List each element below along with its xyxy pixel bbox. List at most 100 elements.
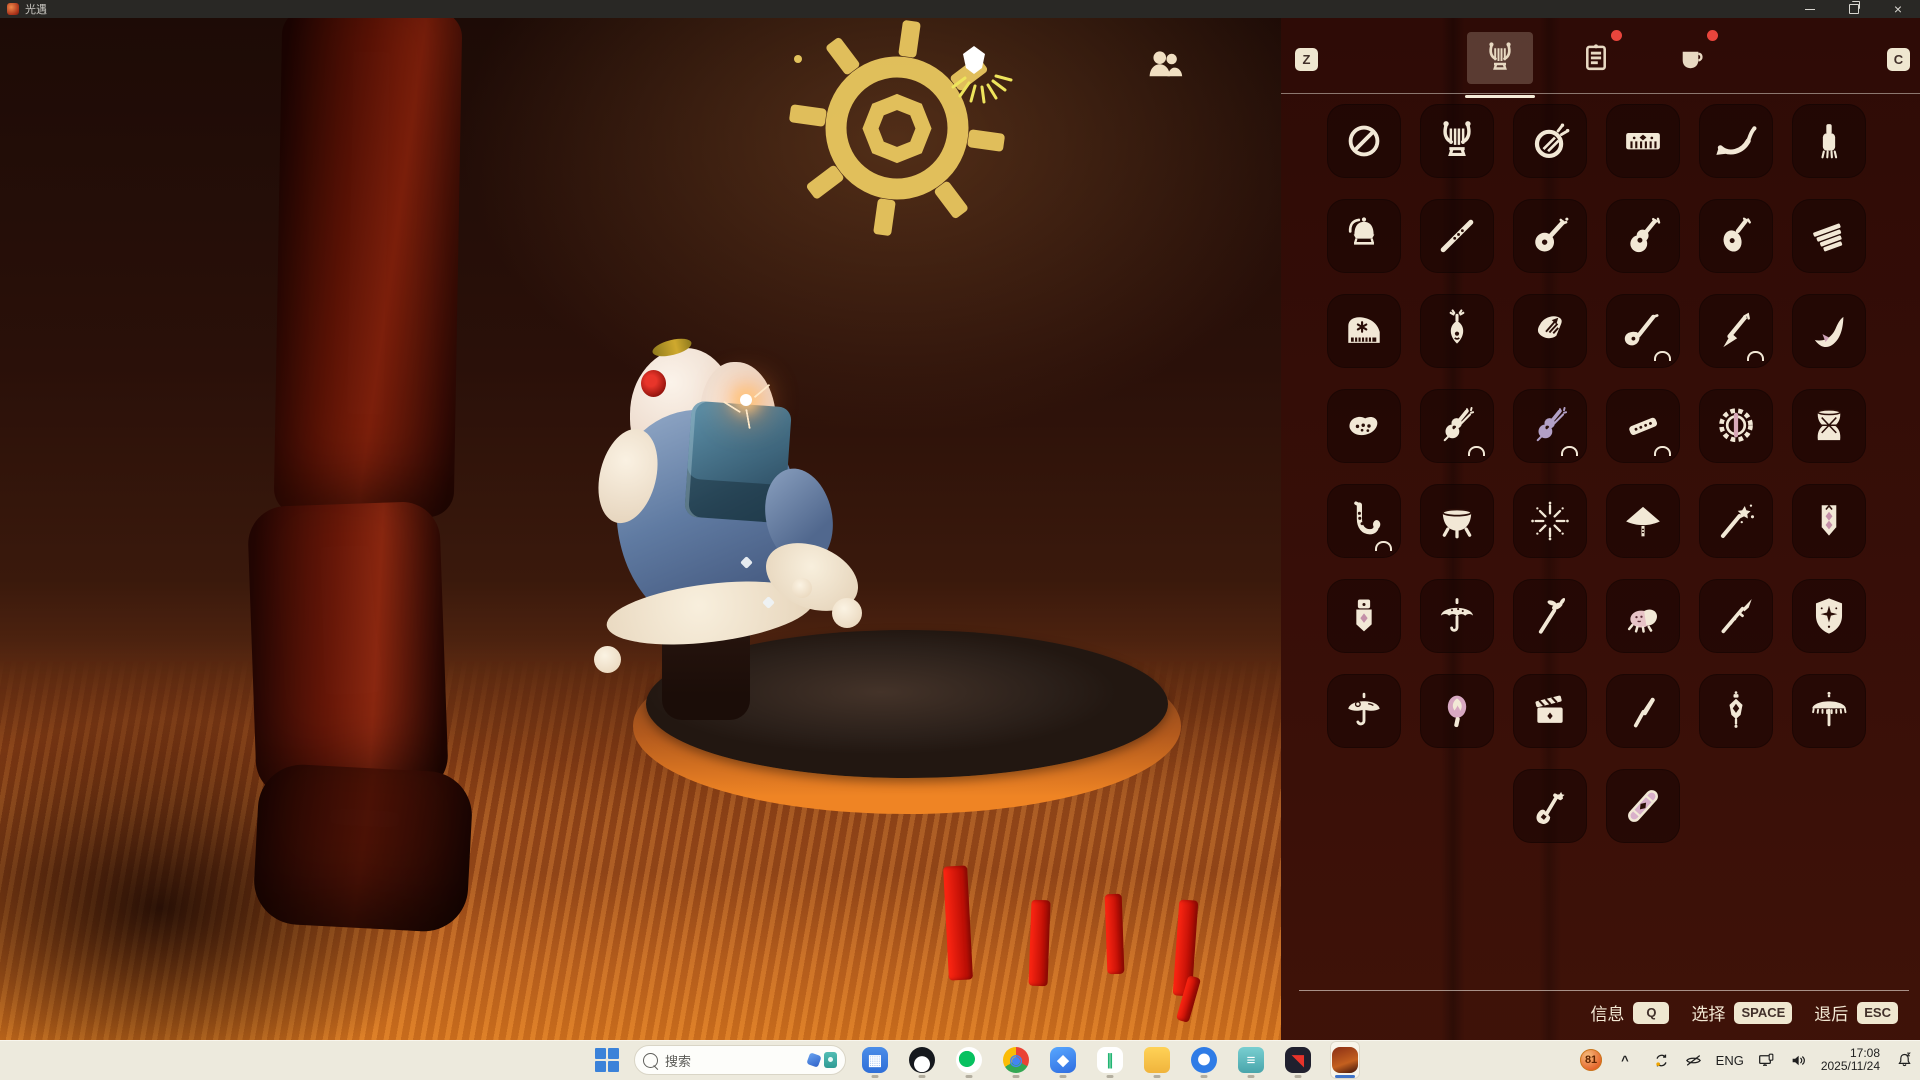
instrument-cell-none[interactable] bbox=[1327, 104, 1401, 178]
taskbar-app-chrome[interactable]: ◉ bbox=[1001, 1041, 1031, 1079]
instrument-cell-fireworks[interactable] bbox=[1513, 484, 1587, 558]
hermit-crab-icon bbox=[1620, 593, 1666, 639]
instrument-cell-violin[interactable] bbox=[1420, 389, 1494, 463]
search-input[interactable]: 搜索 bbox=[634, 1045, 846, 1075]
friends-button[interactable] bbox=[1142, 44, 1188, 86]
instrument-panel: Z C 信息Q选择SPACE退后ESC bbox=[1281, 18, 1920, 1040]
instrument-cell-sparkler-wand[interactable] bbox=[1699, 484, 1773, 558]
instrument-cell-flying-v-guitar[interactable] bbox=[1699, 294, 1773, 368]
selected-tab-underline bbox=[1465, 95, 1535, 98]
taskbar-app-file-explorer[interactable] bbox=[1142, 1041, 1172, 1079]
instrument-cell-season-totem[interactable] bbox=[1792, 484, 1866, 558]
instrument-cell-tilted-harp[interactable] bbox=[1513, 294, 1587, 368]
instrument-cell-djembe[interactable] bbox=[1792, 389, 1866, 463]
start-button[interactable] bbox=[594, 1047, 620, 1073]
running-indicator bbox=[1107, 1075, 1114, 1078]
instrument-cell-brush[interactable] bbox=[1606, 674, 1680, 748]
instrument-cell-snowboard[interactable] bbox=[1606, 769, 1680, 843]
instrument-cell-pipa[interactable] bbox=[1420, 294, 1494, 368]
instrument-cell-cone-hat[interactable] bbox=[1606, 484, 1680, 558]
instrument-cell-guitar[interactable] bbox=[1606, 199, 1680, 273]
instrument-cell-fan-torch[interactable] bbox=[1420, 674, 1494, 748]
instrument-cell-flute[interactable] bbox=[1420, 199, 1494, 273]
flute-icon bbox=[1434, 213, 1480, 259]
instrument-cell-palace-lantern[interactable] bbox=[1699, 674, 1773, 748]
instrument-cell-harmonica[interactable] bbox=[1606, 389, 1680, 463]
tab-separator bbox=[1281, 93, 1920, 94]
running-indicator bbox=[966, 1075, 973, 1078]
instrument-cell-keyboard[interactable] bbox=[1606, 104, 1680, 178]
instrument-cell-shaker[interactable] bbox=[1792, 104, 1866, 178]
guitar-icon bbox=[1620, 213, 1666, 259]
restore-button[interactable] bbox=[1832, 0, 1876, 18]
sync-icon[interactable] bbox=[1652, 1051, 1671, 1070]
display-device-icon[interactable] bbox=[1757, 1051, 1776, 1070]
tab-instruments[interactable] bbox=[1467, 32, 1533, 84]
gong-icon bbox=[1713, 403, 1759, 449]
gem-icon bbox=[806, 1052, 821, 1067]
qq-icon bbox=[909, 1047, 935, 1073]
taskbar-app-cloud-browser[interactable] bbox=[1189, 1041, 1219, 1079]
taskbar-app-wecom[interactable] bbox=[954, 1041, 984, 1079]
instrument-cell-parasol[interactable] bbox=[1327, 674, 1401, 748]
instrument-cell-bell[interactable] bbox=[1327, 199, 1401, 273]
hint-label: 退后 bbox=[1814, 1000, 1848, 1025]
instrument-cell-timpani[interactable] bbox=[1420, 484, 1494, 558]
taskbar-app-qq[interactable] bbox=[907, 1041, 937, 1079]
cell-badge bbox=[1747, 351, 1764, 361]
flame-app-icon: ◥ bbox=[1285, 1047, 1311, 1073]
taskbar-app-calculator[interactable]: ▦ bbox=[860, 1041, 890, 1079]
instrument-cell-horn[interactable] bbox=[1699, 104, 1773, 178]
instrument-cell-ocarina[interactable] bbox=[1327, 389, 1401, 463]
instrument-cell-blossom-staff[interactable] bbox=[1513, 579, 1587, 653]
instrument-cell-shovel[interactable] bbox=[1513, 769, 1587, 843]
minimize-button[interactable] bbox=[1788, 0, 1832, 18]
none-icon bbox=[1341, 118, 1387, 164]
language-indicator[interactable]: ENG bbox=[1716, 1053, 1744, 1068]
instrument-cell-hermit-crab[interactable] bbox=[1606, 579, 1680, 653]
file-explorer-icon bbox=[1144, 1047, 1170, 1073]
volume-icon[interactable] bbox=[1789, 1051, 1808, 1070]
eye-protection-icon[interactable] bbox=[1684, 1051, 1703, 1070]
notification-bell-icon[interactable] bbox=[1895, 1051, 1914, 1070]
instrument-cell-winter-piano[interactable] bbox=[1327, 294, 1401, 368]
hints-separator bbox=[1299, 990, 1909, 991]
instrument-cell-season-totem-2[interactable] bbox=[1327, 579, 1401, 653]
instrument-cell-gong[interactable] bbox=[1699, 389, 1773, 463]
wecom-icon bbox=[956, 1047, 982, 1073]
taskbar-app-docs-green[interactable]: ∥ bbox=[1095, 1041, 1125, 1079]
instrument-cell-lute[interactable] bbox=[1699, 199, 1773, 273]
clock[interactable]: 17:08 2025/11/24 bbox=[1821, 1047, 1880, 1073]
taskbar-app-sky-game[interactable] bbox=[1330, 1041, 1360, 1079]
instrument-cell-xylophone[interactable] bbox=[1792, 199, 1866, 273]
ocarina-icon bbox=[1341, 403, 1387, 449]
instrument-cell-spear[interactable] bbox=[1699, 579, 1773, 653]
docs-green-icon: ∥ bbox=[1097, 1047, 1123, 1073]
taskbar-app-notepad[interactable]: ≡ bbox=[1236, 1041, 1266, 1079]
instrument-cell-hand-drum[interactable] bbox=[1513, 104, 1587, 178]
tray-overflow-badge[interactable]: 81 bbox=[1580, 1049, 1602, 1071]
instrument-cell-ukulele[interactable] bbox=[1513, 199, 1587, 273]
taskbar-apps: ▦ ◉ ◆ ∥ ≡ ◥ bbox=[860, 1041, 1360, 1079]
tab-consumables[interactable] bbox=[1670, 32, 1714, 84]
instrument-cell-electric-guitar[interactable] bbox=[1606, 294, 1680, 368]
taskbar-app-map-app[interactable]: ◆ bbox=[1048, 1041, 1078, 1079]
instrument-cell-war-horn[interactable] bbox=[1792, 294, 1866, 368]
instrument-cell-clapperboard[interactable] bbox=[1513, 674, 1587, 748]
cloud-browser-icon bbox=[1191, 1047, 1217, 1073]
instrument-cell-shield[interactable] bbox=[1792, 579, 1866, 653]
lyre-icon bbox=[1482, 40, 1518, 76]
instrument-cell-umbrella[interactable] bbox=[1420, 579, 1494, 653]
djembe-icon bbox=[1806, 403, 1852, 449]
hidden-icons-chevron[interactable]: ^ bbox=[1621, 1053, 1629, 1068]
tab-props[interactable] bbox=[1574, 32, 1618, 84]
close-button[interactable]: × bbox=[1876, 0, 1920, 18]
instrument-cell-saxophone[interactable] bbox=[1327, 484, 1401, 558]
sun-dot bbox=[794, 55, 802, 63]
instrument-cell-lyre[interactable] bbox=[1420, 104, 1494, 178]
window-title: 光遇 bbox=[25, 1, 47, 17]
instrument-cell-fringed-parasol[interactable] bbox=[1792, 674, 1866, 748]
taskbar-app-flame-app[interactable]: ◥ bbox=[1283, 1041, 1313, 1079]
instrument-cell-dusk-violin[interactable] bbox=[1513, 389, 1587, 463]
season-totem-icon bbox=[1806, 498, 1852, 544]
